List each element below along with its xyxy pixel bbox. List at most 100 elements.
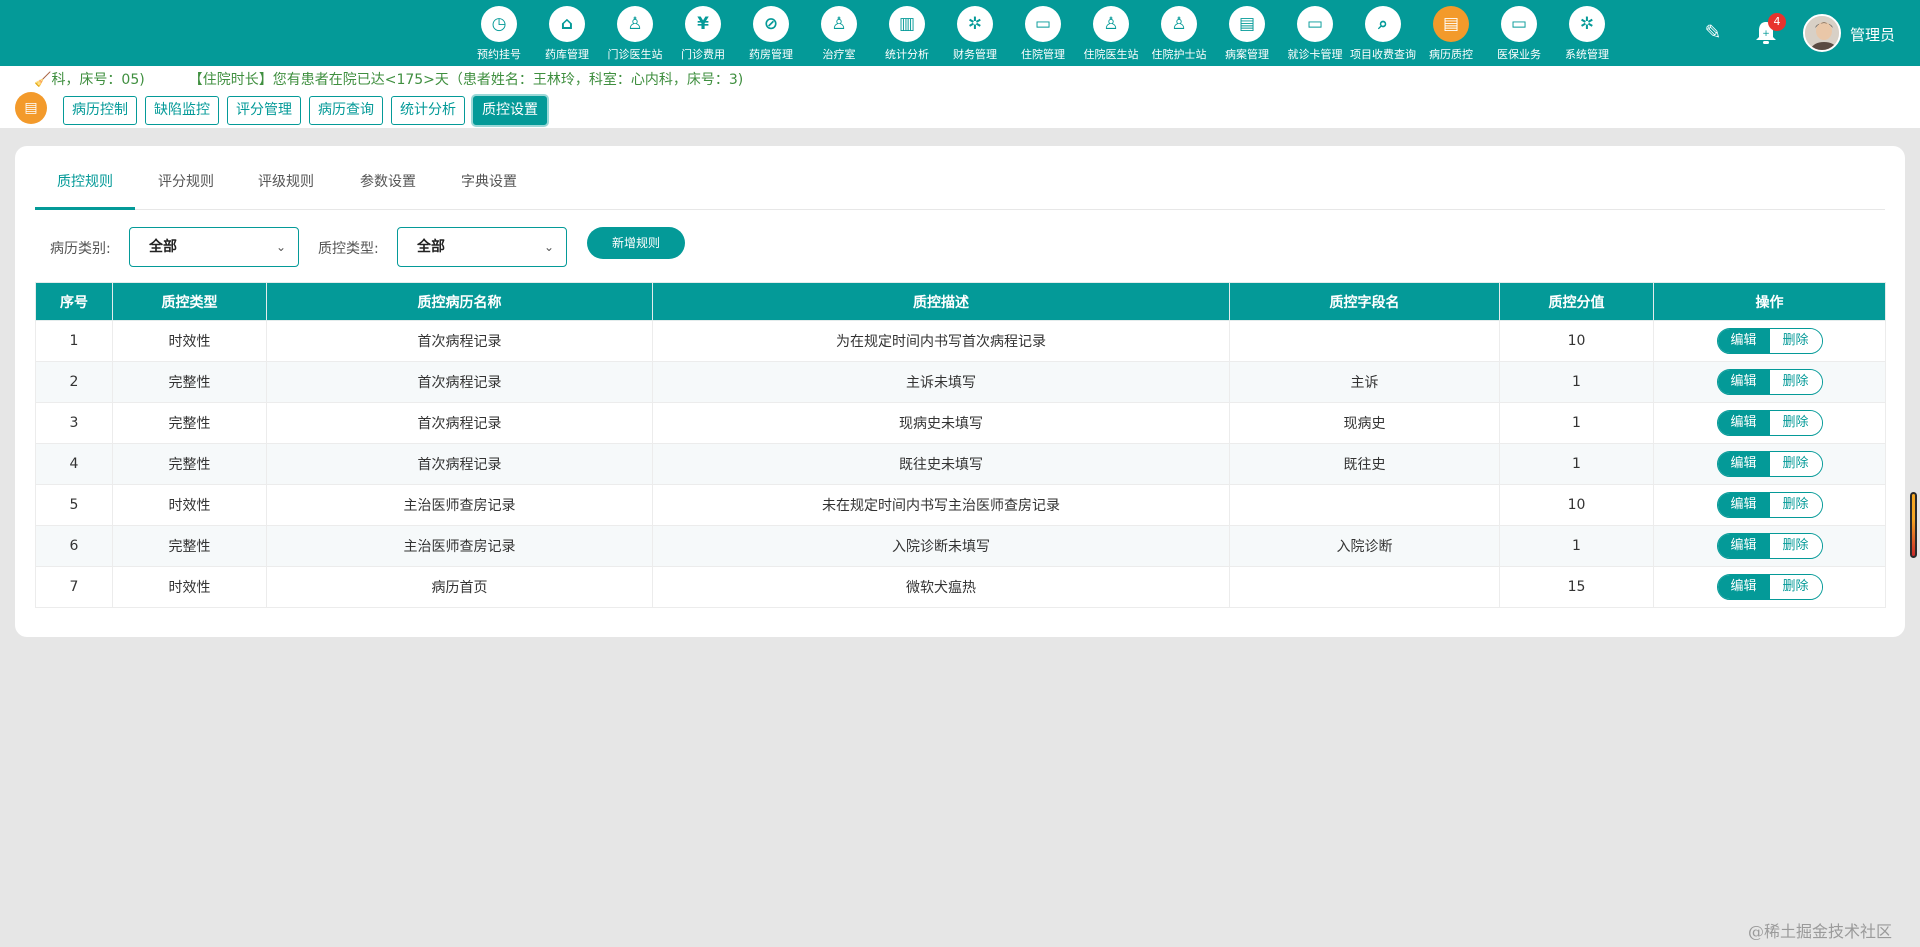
qc-rules-table: 序号 质控类型 质控病历名称 质控描述 质控字段名 质控分值 操作 1 时效性 首次病程记录 为在… xyxy=(35,282,1886,608)
nav-item[interactable]: ▤ 病历质控 xyxy=(1417,6,1485,64)
nav-item-label: 病案管理 xyxy=(1225,48,1269,61)
table-cell xyxy=(1229,566,1500,608)
record-type-select[interactable]: 全部 ⌄ xyxy=(129,227,299,267)
nav-item[interactable]: ⌂ 药库管理 xyxy=(533,6,601,64)
table-row: 1 时效性 首次病程记录 为在规定时间内书写首次病程记录 10 编辑 删除 xyxy=(35,320,1886,362)
table-cell: 1 xyxy=(35,320,113,362)
edit-button[interactable]: 编辑 xyxy=(1717,411,1770,435)
svg-text:+: + xyxy=(1762,29,1770,39)
record-qc-icon: ▤ xyxy=(1433,6,1469,42)
row-actions: 编辑 删除 xyxy=(1653,484,1886,526)
table-cell: 1 xyxy=(1499,361,1654,403)
table-cell: 微软犬瘟热 xyxy=(652,566,1230,608)
nav-item-label: 统计分析 xyxy=(885,48,929,61)
add-rule-button[interactable]: 新增规则 xyxy=(587,227,685,259)
table-cell: 1 xyxy=(1499,443,1654,485)
insurance-card-icon: ▭ xyxy=(1501,6,1537,42)
edit-button[interactable]: 编辑 xyxy=(1717,575,1770,599)
row-actions: 编辑 删除 xyxy=(1653,402,1886,444)
table-cell: 首次病程记录 xyxy=(266,361,653,403)
module-tab[interactable]: 病历控制 xyxy=(63,96,137,125)
action-group: 编辑 删除 xyxy=(1716,410,1823,436)
table-cell: 既往史未填写 xyxy=(652,443,1230,485)
delete-button[interactable]: 删除 xyxy=(1769,329,1822,353)
nav-item-label: 病历质控 xyxy=(1429,48,1473,61)
table-row: 7 时效性 病历首页 微软犬瘟热 15 编辑 删除 xyxy=(35,566,1886,608)
nav-item[interactable]: ⊘ 药房管理 xyxy=(737,6,805,64)
column-header: 质控分值 xyxy=(1499,282,1654,321)
nav-item-label: 门诊医生站 xyxy=(607,48,663,61)
delete-button[interactable]: 删除 xyxy=(1769,452,1822,476)
module-tab[interactable]: 评分管理 xyxy=(227,96,301,125)
nav-item[interactable]: ♙ 门诊医生站 xyxy=(601,6,669,64)
edit-button[interactable]: 编辑 xyxy=(1717,329,1770,353)
edit-button[interactable]: 编辑 xyxy=(1717,493,1770,517)
nav-item-label: 就诊卡管理 xyxy=(1287,48,1343,61)
settings-tab[interactable]: 字典设置 xyxy=(446,170,532,210)
delete-button[interactable]: 删除 xyxy=(1769,575,1822,599)
nav-item[interactable]: ♙ 住院医生站 xyxy=(1077,6,1145,64)
pencil-icon[interactable]: ✎ xyxy=(1700,20,1726,46)
finance-gear-icon: ✲ xyxy=(957,6,993,42)
settings-tab[interactable]: 评分规则 xyxy=(140,170,232,210)
table-cell: 主诉未填写 xyxy=(652,361,1230,403)
fee-search-icon: ⌕ xyxy=(1365,6,1401,42)
nav-item-label: 系统管理 xyxy=(1565,48,1609,61)
chevron-down-icon: ⌄ xyxy=(275,240,286,254)
edit-button[interactable]: 编辑 xyxy=(1717,534,1770,558)
module-tab[interactable]: 缺陷监控 xyxy=(145,96,219,125)
delete-button[interactable]: 删除 xyxy=(1769,534,1822,558)
settings-tab[interactable]: 评级规则 xyxy=(243,170,329,210)
record-qc-module-icon: ▤ xyxy=(15,92,47,124)
nav-item[interactable]: ⌕ 项目收费查询 xyxy=(1349,6,1417,64)
table-cell: 6 xyxy=(35,525,113,567)
inpatient-doctor-icon: ♙ xyxy=(1093,6,1129,42)
nav-item[interactable]: ▭ 医保业务 xyxy=(1485,6,1553,64)
row-actions: 编辑 删除 xyxy=(1653,320,1886,362)
hospital-bed-icon: ▭ xyxy=(1025,6,1061,42)
settings-tab[interactable]: 质控规则 xyxy=(35,170,135,210)
edit-button[interactable]: 编辑 xyxy=(1717,452,1770,476)
nav-item-label: 门诊费用 xyxy=(681,48,725,61)
table-cell: 10 xyxy=(1499,320,1654,362)
action-group: 编辑 删除 xyxy=(1716,492,1823,518)
table-cell: 7 xyxy=(35,566,113,608)
nav-item[interactable]: ✲ 财务管理 xyxy=(941,6,1009,64)
column-header: 质控描述 xyxy=(652,282,1230,321)
nav-item[interactable]: ¥ 门诊费用 xyxy=(669,6,737,64)
module-tab[interactable]: 质控设置 xyxy=(473,96,547,125)
table-cell: 入院诊断未填写 xyxy=(652,525,1230,567)
delete-button[interactable]: 删除 xyxy=(1769,370,1822,394)
notification-badge: 4 xyxy=(1768,13,1786,31)
nav-item[interactable]: ▭ 住院管理 xyxy=(1009,6,1077,64)
nav-item[interactable]: ♙ 住院护士站 xyxy=(1145,6,1213,64)
module-tab[interactable]: 病历查询 xyxy=(309,96,383,125)
nav-item-label: 财务管理 xyxy=(953,48,997,61)
column-header: 操作 xyxy=(1653,282,1886,321)
table-cell: 现病史 xyxy=(1229,402,1500,444)
nav-item[interactable]: ▤ 病案管理 xyxy=(1213,6,1281,64)
delete-button[interactable]: 删除 xyxy=(1769,493,1822,517)
table-cell: 完整性 xyxy=(112,361,267,403)
settings-tab[interactable]: 参数设置 xyxy=(345,170,431,210)
nav-item[interactable]: ▥ 统计分析 xyxy=(873,6,941,64)
module-tab[interactable]: 统计分析 xyxy=(391,96,465,125)
column-header: 质控类型 xyxy=(112,282,267,321)
table-row: 6 完整性 主治医师查房记录 入院诊断未填写 入院诊断 1 编辑 删除 xyxy=(35,525,1886,567)
marquee-text-b: 【住院时长】您有患者在院已达<175>天（患者姓名：王林玲，科室：心内科，床号：… xyxy=(188,72,744,88)
bar-chart-icon: ▥ xyxy=(889,6,925,42)
nav-item[interactable]: ✲ 系统管理 xyxy=(1553,6,1621,64)
nav-item[interactable]: ◷ 预约挂号 xyxy=(465,6,533,64)
username[interactable]: 管理员 xyxy=(1850,24,1895,45)
scroll-indicator[interactable] xyxy=(1910,492,1917,558)
avatar[interactable] xyxy=(1803,14,1841,52)
delete-button[interactable]: 删除 xyxy=(1769,411,1822,435)
edit-button[interactable]: 编辑 xyxy=(1717,370,1770,394)
qc-type-select[interactable]: 全部 ⌄ xyxy=(397,227,567,267)
watermark: @稀土掘金技术社区 xyxy=(1748,922,1893,941)
table-cell: 完整性 xyxy=(112,443,267,485)
nav-item[interactable]: ♙ 治疗室 xyxy=(805,6,873,64)
table-cell: 既往史 xyxy=(1229,443,1500,485)
nav-item[interactable]: ▭ 就诊卡管理 xyxy=(1281,6,1349,64)
settings-tabs: 质控规则 评分规则 评级规则 参数设置 字典设置 xyxy=(35,170,1885,210)
